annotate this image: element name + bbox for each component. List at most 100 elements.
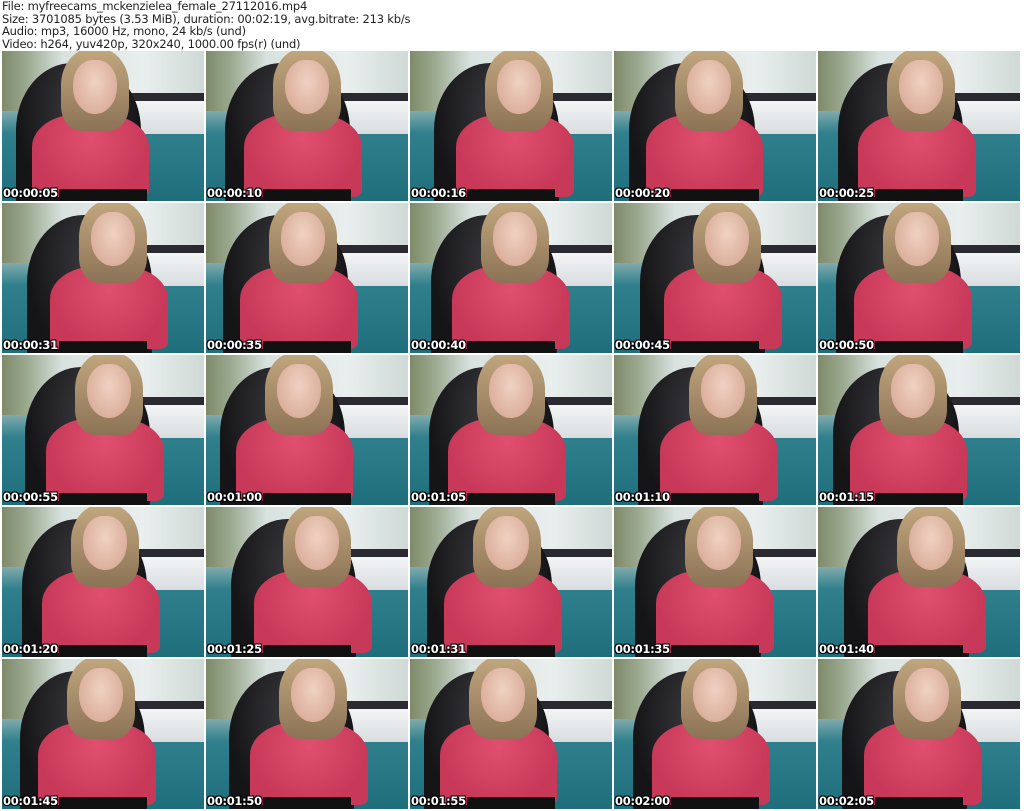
video-thumbnail: 00:01:55 [410, 659, 612, 809]
person-face [290, 668, 336, 722]
timestamp: 00:01:40 [819, 642, 874, 656]
video-thumbnail: 00:02:00 [614, 659, 816, 809]
timestamp: 00:00:40 [411, 338, 466, 352]
person-pants [58, 341, 148, 353]
person-face [890, 364, 936, 418]
video-thumbnail: 00:00:31 [2, 203, 204, 353]
video-thumbnail: 00:00:20 [614, 51, 816, 201]
person-pants [874, 645, 964, 657]
timestamp: 00:00:45 [615, 338, 670, 352]
person-pants [874, 189, 964, 201]
audio-info: Audio: mp3, 16000 Hz, mono, 24 kb/s (und… [2, 24, 246, 38]
person-pants [670, 797, 760, 809]
person-pants [262, 645, 352, 657]
timestamp: 00:00:35 [207, 338, 262, 352]
video-thumbnail: 00:02:05 [818, 659, 1020, 809]
video-thumbnail: 00:01:20 [2, 507, 204, 657]
person-face [480, 668, 526, 722]
person-pants [670, 341, 760, 353]
file-name: File: myfreecams_mckenzielea_female_2711… [2, 0, 308, 13]
timestamp: 00:01:15 [819, 490, 874, 504]
video-thumbnail: 00:00:50 [818, 203, 1020, 353]
person-pants [670, 189, 760, 201]
file-info-header: File: myfreecams_mckenzielea_female_2711… [2, 0, 411, 51]
timestamp: 00:00:05 [3, 186, 58, 200]
video-thumbnail: 00:01:35 [614, 507, 816, 657]
person-face [280, 212, 326, 266]
person-pants [466, 189, 556, 201]
timestamp: 00:00:20 [615, 186, 670, 200]
person-face [696, 516, 742, 570]
timestamp: 00:02:00 [615, 794, 670, 808]
video-thumbnail: 00:01:25 [206, 507, 408, 657]
timestamp: 00:01:20 [3, 642, 58, 656]
timestamp: 00:01:00 [207, 490, 262, 504]
person-pants [466, 493, 556, 505]
person-pants [58, 493, 148, 505]
video-thumbnail: 00:00:25 [818, 51, 1020, 201]
person-pants [874, 341, 964, 353]
person-face [284, 60, 330, 114]
person-face [700, 364, 746, 418]
person-face [692, 668, 738, 722]
video-info: Video: h264, yuv420p, 320x240, 1000.00 f… [2, 36, 301, 51]
person-pants [58, 189, 148, 201]
person-pants [262, 189, 352, 201]
video-thumbnail: 00:01:31 [410, 507, 612, 657]
person-face [704, 212, 750, 266]
timestamp: 00:01:10 [615, 490, 670, 504]
timestamp: 00:00:25 [819, 186, 874, 200]
person-pants [874, 797, 964, 809]
person-face [894, 212, 940, 266]
timestamp: 00:00:16 [411, 186, 466, 200]
video-thumbnail: 00:00:40 [410, 203, 612, 353]
person-face [908, 516, 954, 570]
video-thumbnail: 00:00:45 [614, 203, 816, 353]
video-thumbnail: 00:01:15 [818, 355, 1020, 505]
timestamp: 00:01:45 [3, 794, 58, 808]
video-thumbnail: 00:00:55 [2, 355, 204, 505]
person-pants [670, 645, 760, 657]
person-face [904, 668, 950, 722]
timestamp: 00:00:50 [819, 338, 874, 352]
timestamp: 00:00:31 [3, 338, 58, 352]
person-face [294, 516, 340, 570]
person-face [86, 364, 132, 418]
person-pants [466, 341, 556, 353]
video-thumbnail: 00:01:50 [206, 659, 408, 809]
timestamp: 00:01:35 [615, 642, 670, 656]
person-face [686, 60, 732, 114]
timestamp: 00:01:50 [207, 794, 262, 808]
person-face [496, 60, 542, 114]
video-thumbnail: 00:00:05 [2, 51, 204, 201]
timestamp: 00:01:25 [207, 642, 262, 656]
person-pants [262, 493, 352, 505]
video-thumbnail: 00:01:45 [2, 659, 204, 809]
person-pants [262, 341, 352, 353]
timestamp: 00:00:10 [207, 186, 262, 200]
person-face [78, 668, 124, 722]
video-thumbnail: 00:01:40 [818, 507, 1020, 657]
person-pants [262, 797, 352, 809]
video-thumbnail: 00:00:10 [206, 51, 408, 201]
person-face [276, 364, 322, 418]
person-pants [58, 797, 148, 809]
video-thumbnail: 00:01:00 [206, 355, 408, 505]
person-pants [58, 645, 148, 657]
timestamp: 00:01:55 [411, 794, 466, 808]
video-thumbnail: 00:00:35 [206, 203, 408, 353]
timestamp: 00:01:31 [411, 642, 466, 656]
video-thumbnail: 00:00:16 [410, 51, 612, 201]
person-face [492, 212, 538, 266]
video-thumbnail: 00:01:05 [410, 355, 612, 505]
person-face [90, 212, 136, 266]
person-pants [466, 797, 556, 809]
person-face [898, 60, 944, 114]
person-pants [670, 493, 760, 505]
person-face [484, 516, 530, 570]
timestamp: 00:01:05 [411, 490, 466, 504]
person-face [488, 364, 534, 418]
person-pants [466, 645, 556, 657]
thumbnail-grid: 00:00:05 00:00:10 00:00:16 00:00:20 00:00:25… [2, 51, 1020, 809]
timestamp: 00:00:55 [3, 490, 58, 504]
